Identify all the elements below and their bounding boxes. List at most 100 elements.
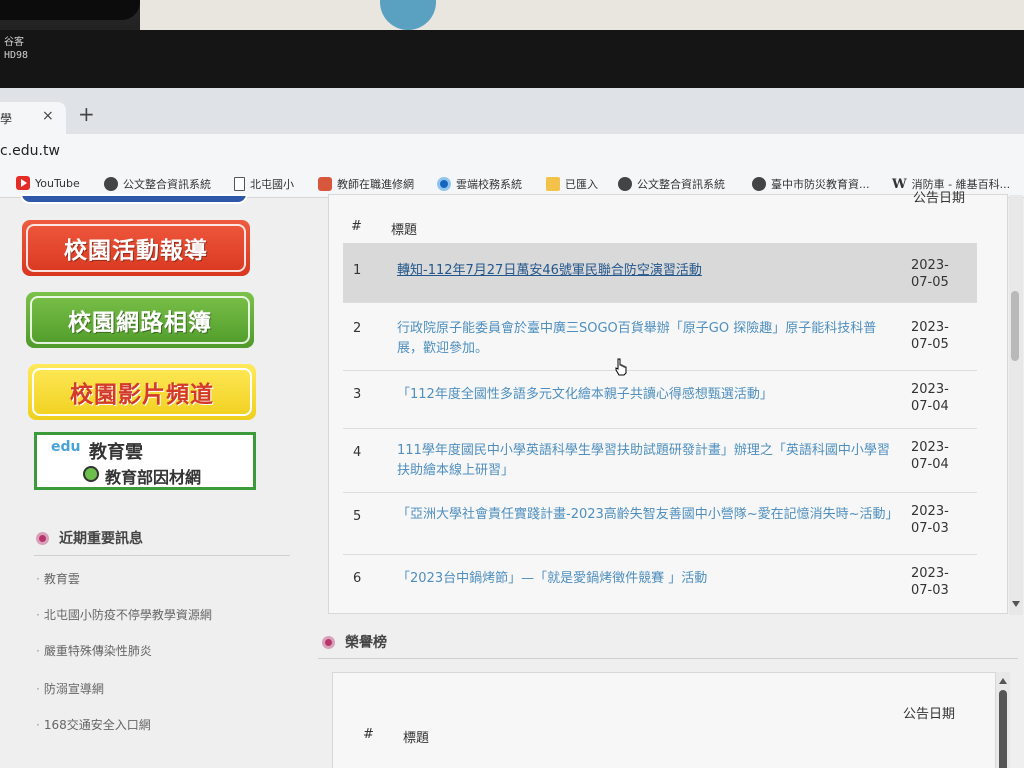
monitor-model: HD98 <box>4 50 29 61</box>
bookmark-label: 雲端校務系統 <box>456 178 522 191</box>
url-text[interactable]: c.edu.tw <box>0 143 60 159</box>
sidebar-link-remote-learning[interactable]: 北屯國小防疫不停學教學資源網 <box>36 606 212 623</box>
bookmark-youtube[interactable]: YouTube <box>16 176 80 190</box>
column-header-date: 公告日期 <box>903 707 956 722</box>
sidebar-link-drowning-prevention[interactable]: 防溺宣導網 <box>36 680 104 697</box>
scroll-up-arrow-icon[interactable] <box>999 678 1007 684</box>
bookmark-label: 臺中市防災教育資... <box>771 178 870 191</box>
column-header-title: 標題 <box>391 223 418 238</box>
adaptive-learning-icon <box>83 466 99 482</box>
edu-cloud-logo: edu <box>51 439 81 455</box>
globe-icon <box>752 177 766 191</box>
table-row[interactable]: 4 111學年度國民中小學英語科學生學習扶助試題研發計畫」辦理之「英語科國中小學… <box>343 429 977 493</box>
monitor-brand-name: 谷客 <box>4 37 24 48</box>
document-icon <box>234 177 245 191</box>
row-title-link[interactable]: 「112年度全國性多語多元文化繪本親子共讀心得感想甄選活動」 <box>397 385 897 405</box>
honor-panel: # 標題 公告日期 <box>332 672 996 768</box>
table-row[interactable]: 6 「2023台中鍋烤節」—「就是愛鍋烤徵件競賽 」活動 2023-07-03 <box>343 555 977 613</box>
row-title-link[interactable]: 111學年度國民中小學英語科學生學習扶助試題研發計畫」辦理之「英語科國中小學習扶… <box>397 441 897 481</box>
close-tab-icon[interactable]: × <box>42 108 54 124</box>
hand-cursor-icon <box>615 358 627 376</box>
row-number: 2 <box>353 321 362 336</box>
honor-roll-title: 榮譽榜 <box>345 635 387 651</box>
bookmark-cloud-school[interactable]: 雲端校務系統 <box>437 176 522 192</box>
news-panel: # 標題 公告日期 1 轉知-112年7月27日萬安46號軍民聯合防空演習活動 … <box>328 191 1023 615</box>
new-tab-button[interactable]: + <box>78 104 95 124</box>
news-scrollbar[interactable] <box>1009 195 1023 615</box>
wikipedia-icon: W <box>892 177 907 192</box>
row-date: 2023-07-04 <box>911 440 949 472</box>
banner-edu-cloud[interactable]: edu 教育雲 教育部因材網 <box>34 432 256 490</box>
recent-news-title: 近期重要訊息 <box>59 531 143 547</box>
scrollbar-thumb[interactable] <box>1011 291 1019 361</box>
bookmark-label: YouTube <box>35 177 80 190</box>
divider <box>34 555 290 556</box>
scrollbar-thumb[interactable] <box>999 690 1007 768</box>
bookmark-label: 公文整合資訊系統 <box>637 178 725 191</box>
row-title-link[interactable]: 「2023台中鍋烤節」—「就是愛鍋烤徵件競賽 」活動 <box>397 569 897 589</box>
browser-screen: 學 × + c.edu.tw YouTube 公文整合資訊系統 北屯國小 教師在… <box>0 88 1024 768</box>
sidebar-banner-partial[interactable] <box>20 194 248 204</box>
banner-campus-video[interactable]: 校園影片頻道 <box>28 364 256 420</box>
honor-roll-heading: 榮譽榜 <box>322 632 387 652</box>
column-header-date: 公告日期 <box>913 191 966 206</box>
row-number: 4 <box>353 445 362 460</box>
bullet-circle-icon <box>322 636 335 649</box>
edu-cloud-title: 教育雲 <box>89 442 143 463</box>
banner-label: 校園活動報導 <box>26 224 246 272</box>
book-icon <box>318 177 332 191</box>
sidebar-link-edu-cloud[interactable]: 教育雲 <box>36 570 80 587</box>
browser-tab[interactable]: 學 × <box>0 102 66 134</box>
monitor-brand: 谷客 HD98 <box>4 36 28 62</box>
bookmark-label: 教師在職進修網 <box>337 178 414 191</box>
sidebar-link-traffic-safety[interactable]: 168交通安全入口網 <box>36 716 151 733</box>
divider <box>318 658 1018 659</box>
row-number: 5 <box>353 509 362 524</box>
address-bar[interactable]: c.edu.tw <box>0 134 1024 170</box>
bookmark-label: 北屯國小 <box>250 178 294 191</box>
monitor-top-frame <box>0 30 1024 88</box>
row-date: 2023-07-03 <box>911 566 949 598</box>
globe-icon <box>104 177 118 191</box>
banner-campus-album[interactable]: 校園網路相簿 <box>26 292 254 348</box>
row-date: 2023-07-03 <box>911 504 949 536</box>
table-row[interactable]: 2 行政院原子能委員會於臺中廣三SOGO百貨舉辦「原子GO 探險趣」原子能科技科… <box>343 303 977 371</box>
monitor-corner <box>0 0 140 20</box>
row-title-link[interactable]: 轉知-112年7月27日萬安46號軍民聯合防空演習活動 <box>397 261 897 281</box>
row-title-link[interactable]: 「亞洲大學社會責任實踐計畫-2023高齡失智友善國中小營隊~愛在記憶消失時~活動… <box>397 505 899 525</box>
row-number: 6 <box>353 571 362 586</box>
bookmark-label: 已匯入 <box>565 178 598 191</box>
adaptive-learning-title: 教育部因材網 <box>105 468 202 487</box>
tab-strip: 學 × + <box>0 88 1024 134</box>
youtube-icon <box>16 176 30 190</box>
bookmark-school[interactable]: 北屯國小 <box>234 176 294 192</box>
bookmark-imported-folder[interactable]: 已匯入 <box>546 176 598 192</box>
table-row[interactable]: 3 「112年度全國性多語多元文化繪本親子共讀心得感想甄選活動」 2023-07… <box>343 371 977 429</box>
scroll-down-arrow-icon[interactable] <box>1012 601 1020 607</box>
table-row[interactable]: 1 轉知-112年7月27日萬安46號軍民聯合防空演習活動 2023-07-05 <box>343 243 977 303</box>
folder-icon <box>546 177 560 191</box>
table-row[interactable]: 5 「亞洲大學社會責任實踐計畫-2023高齡失智友善國中小營隊~愛在記憶消失時~… <box>343 493 977 555</box>
globe-icon <box>618 177 632 191</box>
bullet-circle-icon <box>36 532 49 545</box>
banner-label: 校園影片頻道 <box>32 368 252 416</box>
row-title-link[interactable]: 行政院原子能委員會於臺中廣三SOGO百貨舉辦「原子GO 探險趣」原子能科技科普展… <box>397 319 897 359</box>
row-number: 1 <box>353 263 362 278</box>
bookmark-document-system[interactable]: 公文整合資訊系統 <box>104 176 211 192</box>
bookmark-disaster-education[interactable]: 臺中市防災教育資... <box>752 176 870 192</box>
page-content: 校園活動報導 校園網路相簿 校園影片頻道 edu 教育雲 教育部因材網 近期重要… <box>0 191 1024 768</box>
bookmark-label: 公文整合資訊系統 <box>123 178 211 191</box>
row-date: 2023-07-04 <box>911 382 949 414</box>
tab-title: 學 <box>0 112 13 126</box>
honor-scrollbar[interactable] <box>996 672 1010 768</box>
bookmark-teacher-training[interactable]: 教師在職進修網 <box>318 176 414 192</box>
cloud-icon <box>437 177 451 191</box>
banner-campus-activities[interactable]: 校園活動報導 <box>22 220 250 276</box>
banner-label: 校園網路相簿 <box>30 296 250 344</box>
bookmark-document-system-2[interactable]: 公文整合資訊系統 <box>618 176 725 192</box>
row-number: 3 <box>353 387 362 402</box>
sidebar-link-covid[interactable]: 嚴重特殊傳染性肺炎 <box>36 642 152 659</box>
recent-news-heading: 近期重要訊息 <box>36 528 143 548</box>
row-date: 2023-07-05 <box>911 320 949 352</box>
column-header-title: 標題 <box>403 731 430 746</box>
